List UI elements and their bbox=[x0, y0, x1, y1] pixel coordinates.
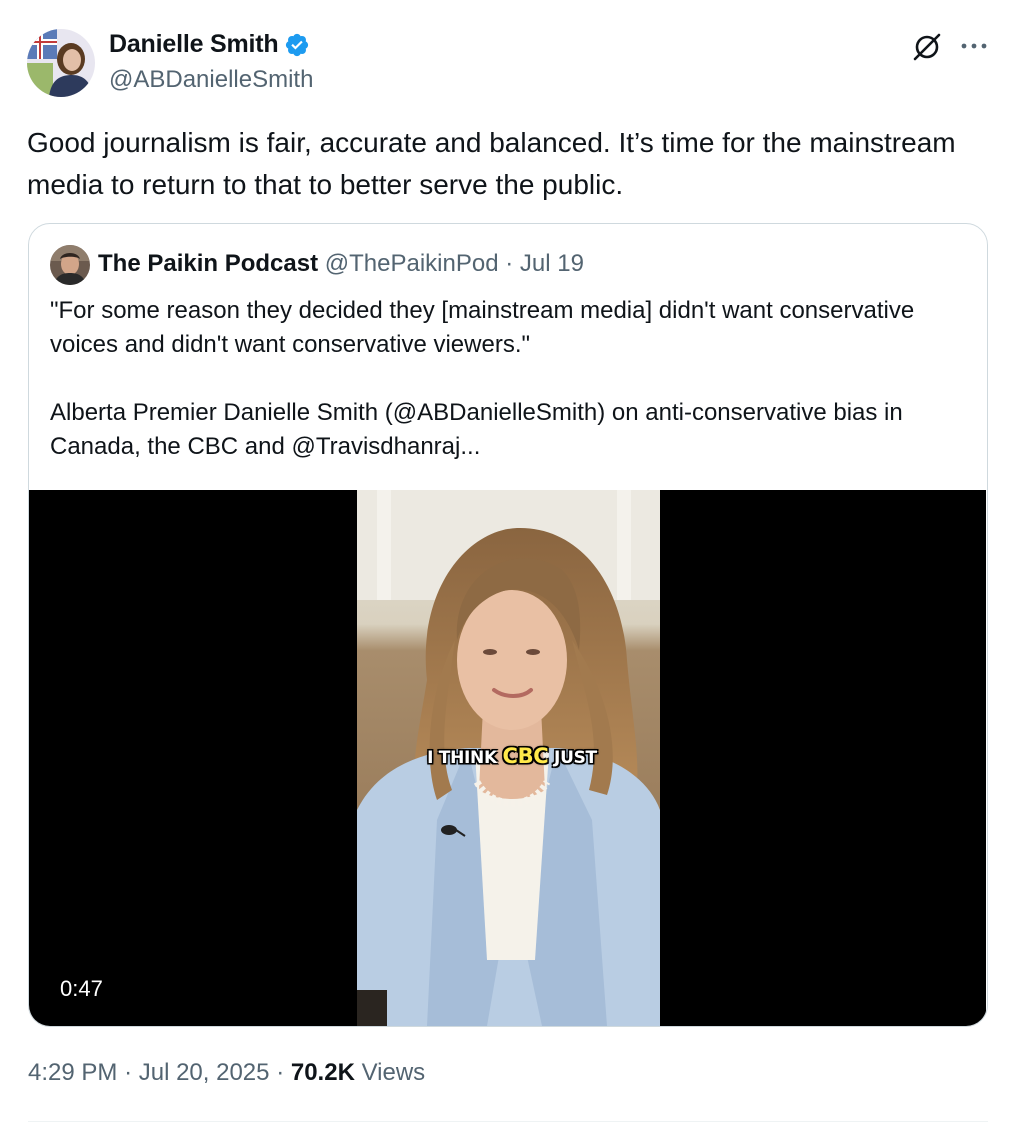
quoted-paragraph: "For some reason they decided they [main… bbox=[50, 297, 915, 358]
author-handle[interactable]: @ABDanielleSmith bbox=[109, 66, 313, 94]
quoted-text: "For some reason they decided they [main… bbox=[50, 294, 970, 464]
video-player[interactable]: I THINK CBC JUST 0:47 bbox=[29, 490, 986, 1026]
divider bbox=[28, 1121, 988, 1122]
tweet-detail: Danielle Smith @ABDanielleSmith Good jou… bbox=[0, 0, 1018, 1126]
tweet-date[interactable]: Jul 20, 2025 bbox=[139, 1059, 270, 1086]
quoted-header: The Paikin Podcast @ThePaikinPod · Jul 1… bbox=[98, 250, 584, 278]
views-label: Views bbox=[361, 1059, 426, 1086]
tweet-text: Good journalism is fair, accurate and ba… bbox=[27, 127, 956, 200]
tweet-meta: 4:29 PM · Jul 20, 2025 · 70.2K Views bbox=[28, 1059, 425, 1087]
author-avatar[interactable] bbox=[27, 29, 95, 97]
quoted-author-avatar[interactable] bbox=[50, 245, 90, 285]
verified-badge-icon bbox=[286, 33, 309, 56]
video-duration-badge: 0:47 bbox=[52, 974, 111, 1004]
views-count: 70.2K bbox=[290, 1059, 355, 1086]
caption-highlight: CBC bbox=[502, 744, 549, 768]
tweet-time[interactable]: 4:29 PM bbox=[28, 1059, 117, 1086]
caption-text: JUST bbox=[554, 748, 597, 768]
quoted-tweet-card[interactable]: The Paikin Podcast @ThePaikinPod · Jul 1… bbox=[28, 223, 988, 1027]
grok-icon[interactable] bbox=[910, 30, 944, 64]
video-caption: I THINK CBC JUST bbox=[417, 744, 607, 768]
quoted-separator: · bbox=[505, 250, 514, 277]
caption-text: I THINK bbox=[427, 748, 497, 768]
author-display-name[interactable]: Danielle Smith bbox=[109, 30, 279, 59]
author-name-row: Danielle Smith bbox=[109, 30, 310, 59]
quoted-paragraph: Alberta Premier Danielle Smith (@ABDanie… bbox=[50, 399, 903, 460]
more-icon[interactable] bbox=[958, 34, 990, 58]
quoted-date[interactable]: Jul 19 bbox=[520, 250, 584, 277]
quoted-display-name[interactable]: The Paikin Podcast bbox=[98, 250, 318, 277]
quoted-handle[interactable]: @ThePaikinPod bbox=[325, 250, 499, 277]
meta-separator: · bbox=[276, 1059, 285, 1086]
meta-separator: · bbox=[124, 1059, 133, 1086]
